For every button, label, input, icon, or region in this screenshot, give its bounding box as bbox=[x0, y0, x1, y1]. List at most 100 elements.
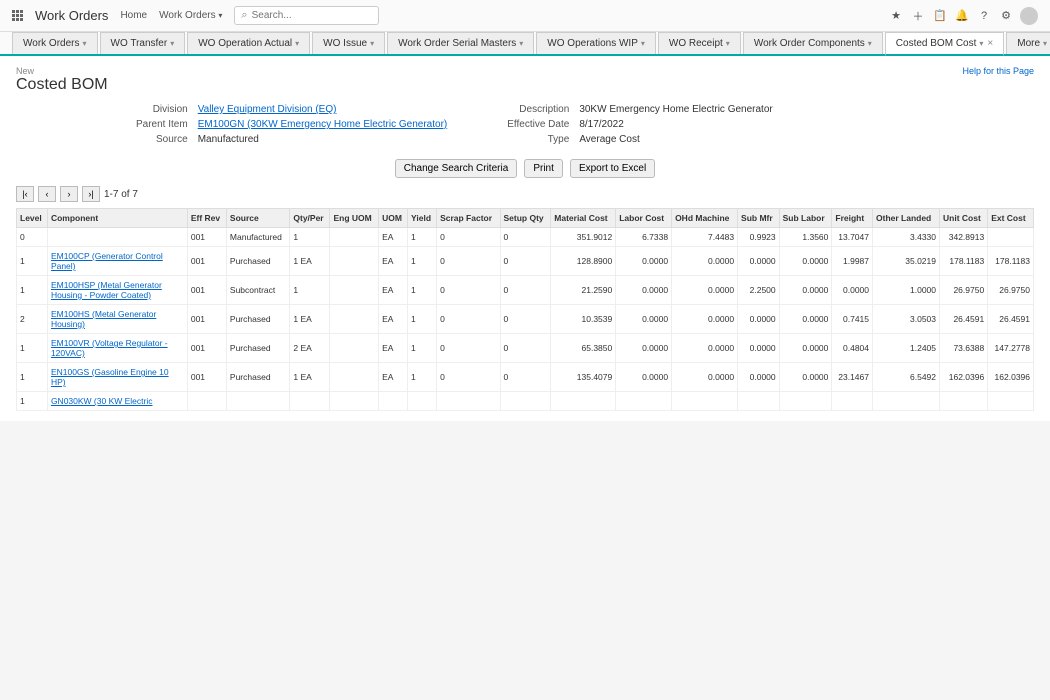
component-link[interactable]: EM100HSP (Metal Generator Housing - Powd… bbox=[51, 280, 162, 300]
cell-level: 0 bbox=[17, 228, 48, 247]
clipboard-icon[interactable]: 📋 bbox=[932, 8, 948, 24]
cell-unit: 26.4591 bbox=[940, 305, 988, 334]
cell-uom: EA bbox=[379, 247, 408, 276]
table-row[interactable]: 1EM100CP (Generator Control Panel)001Pur… bbox=[17, 247, 1034, 276]
cell-component: EM100HSP (Metal Generator Housing - Powd… bbox=[47, 276, 187, 305]
column-header[interactable]: Yield bbox=[408, 209, 437, 228]
pager-last-button[interactable]: ›| bbox=[82, 186, 100, 202]
column-header[interactable]: Labor Cost bbox=[616, 209, 672, 228]
tab-work-order-components[interactable]: Work Order Components▾ bbox=[743, 32, 883, 54]
cell-mat: 135.4079 bbox=[551, 363, 616, 392]
tab-wo-receipt[interactable]: WO Receipt▾ bbox=[658, 32, 741, 54]
cell-qty: 1 EA bbox=[290, 363, 330, 392]
search-input[interactable] bbox=[252, 10, 372, 21]
cell-unit: 162.0396 bbox=[940, 363, 988, 392]
home-link[interactable]: Home bbox=[120, 10, 147, 21]
cell-sublab: 0.0000 bbox=[779, 305, 832, 334]
column-header[interactable]: Eng UOM bbox=[330, 209, 379, 228]
table-row[interactable]: 2EM100HS (Metal Generator Housing)001Pur… bbox=[17, 305, 1034, 334]
bell-icon[interactable]: 🔔 bbox=[954, 8, 970, 24]
export-excel-button[interactable]: Export to Excel bbox=[570, 159, 655, 178]
column-header[interactable]: Eff Rev bbox=[187, 209, 226, 228]
column-header[interactable]: Scrap Factor bbox=[437, 209, 500, 228]
parent-value[interactable]: EM100GN (30KW Emergency Home Electric Ge… bbox=[198, 119, 448, 130]
column-header[interactable]: Other Landed bbox=[873, 209, 940, 228]
pager-next-button[interactable]: › bbox=[60, 186, 78, 202]
cell-level: 1 bbox=[17, 334, 48, 363]
action-bar: Change Search Criteria Print Export to E… bbox=[16, 159, 1034, 178]
cell-level: 2 bbox=[17, 305, 48, 334]
plus-icon[interactable]: ＋ bbox=[910, 8, 926, 24]
cell-sub: 0.0000 bbox=[738, 305, 780, 334]
help-icon[interactable]: ? bbox=[976, 8, 992, 24]
cell-qty: 1 EA bbox=[290, 247, 330, 276]
close-icon[interactable]: × bbox=[987, 38, 993, 49]
component-link[interactable]: EM100VR (Voltage Regulator - 120VAC) bbox=[51, 338, 168, 358]
component-link[interactable]: EM100HS (Metal Generator Housing) bbox=[51, 309, 156, 329]
cell-eff: 001 bbox=[187, 334, 226, 363]
column-header[interactable]: Material Cost bbox=[551, 209, 616, 228]
tab-wo-transfer[interactable]: WO Transfer▾ bbox=[100, 32, 186, 54]
change-criteria-button[interactable]: Change Search Criteria bbox=[395, 159, 518, 178]
tab-costed-bom-cost[interactable]: Costed BOM Cost▾× bbox=[885, 32, 1004, 56]
source-label: Source bbox=[136, 134, 188, 145]
table-row[interactable]: 1EM100HSP (Metal Generator Housing - Pow… bbox=[17, 276, 1034, 305]
table-row[interactable]: 1GN030KW (30 KW Electric bbox=[17, 392, 1034, 411]
table-row[interactable]: 1EM100VR (Voltage Regulator - 120VAC) 001… bbox=[17, 334, 1034, 363]
favorite-icon[interactable]: ★ bbox=[888, 8, 904, 24]
cell-scrap: 0 bbox=[437, 305, 500, 334]
cell-freight: 1.9987 bbox=[832, 247, 873, 276]
column-header[interactable]: Component bbox=[47, 209, 187, 228]
cell-scrap: 0 bbox=[437, 334, 500, 363]
cell-freight: 23.1467 bbox=[832, 363, 873, 392]
column-header[interactable]: Sub Labor bbox=[779, 209, 832, 228]
column-header[interactable]: Sub Mfr bbox=[738, 209, 780, 228]
tab-work-orders[interactable]: Work Orders▾ bbox=[12, 32, 98, 54]
cell-sub: 0.0000 bbox=[738, 334, 780, 363]
cell-sublab: 0.0000 bbox=[779, 363, 832, 392]
component-link[interactable]: EN100GS (Gasoline Engine 10 HP) bbox=[51, 367, 169, 387]
column-header[interactable]: Freight bbox=[832, 209, 873, 228]
type-label: Type bbox=[507, 134, 569, 145]
tab-wo-operations-wip[interactable]: WO Operations WIP▾ bbox=[536, 32, 656, 54]
app-launcher-icon[interactable] bbox=[12, 10, 23, 21]
column-header[interactable]: OHd Machine bbox=[672, 209, 738, 228]
cell-ohd: 0.0000 bbox=[672, 363, 738, 392]
nav-dropdown[interactable]: Work Orders ▾ bbox=[159, 10, 222, 21]
tab-more[interactable]: More▾ bbox=[1006, 32, 1050, 54]
column-header[interactable]: Source bbox=[226, 209, 289, 228]
tab-work-order-serial-masters[interactable]: Work Order Serial Masters▾ bbox=[387, 32, 534, 54]
cell-ohd: 7.4483 bbox=[672, 228, 738, 247]
pager-first-button[interactable]: |‹ bbox=[16, 186, 34, 202]
cell-sublab: 1.3560 bbox=[779, 228, 832, 247]
column-header[interactable]: Ext Cost bbox=[988, 209, 1034, 228]
cell-lab: 0.0000 bbox=[616, 363, 672, 392]
table-row[interactable]: 0001Manufactured1EA100351.90126.73387.44… bbox=[17, 228, 1034, 247]
cell-lab bbox=[616, 392, 672, 411]
tab-wo-issue[interactable]: WO Issue▾ bbox=[312, 32, 385, 54]
pager-prev-button[interactable]: ‹ bbox=[38, 186, 56, 202]
cell-ohd: 0.0000 bbox=[672, 305, 738, 334]
component-link[interactable]: GN030KW (30 KW Electric bbox=[51, 396, 153, 406]
avatar[interactable] bbox=[1020, 7, 1038, 25]
cell-uom: EA bbox=[379, 276, 408, 305]
component-link[interactable]: EM100CP (Generator Control Panel) bbox=[51, 251, 163, 271]
global-search[interactable]: ⌕ bbox=[234, 6, 378, 25]
column-header[interactable]: Setup Qty bbox=[500, 209, 551, 228]
print-button[interactable]: Print bbox=[524, 159, 563, 178]
cell-eff: 001 bbox=[187, 305, 226, 334]
column-header[interactable]: UOM bbox=[379, 209, 408, 228]
cell-ext: 162.0396 bbox=[988, 363, 1034, 392]
gear-icon[interactable]: ⚙ bbox=[998, 8, 1014, 24]
cell-freight: 0.7415 bbox=[832, 305, 873, 334]
division-value[interactable]: Valley Equipment Division (EQ) bbox=[198, 104, 448, 115]
table-row[interactable]: 1EN100GS (Gasoline Engine 10 HP)001Purch… bbox=[17, 363, 1034, 392]
column-header[interactable]: Level bbox=[17, 209, 48, 228]
cell-scrap: 0 bbox=[437, 363, 500, 392]
cell-mat: 128.8900 bbox=[551, 247, 616, 276]
column-header[interactable]: Unit Cost bbox=[940, 209, 988, 228]
cell-component: EM100CP (Generator Control Panel) bbox=[47, 247, 187, 276]
tab-wo-operation-actual[interactable]: WO Operation Actual▾ bbox=[187, 32, 310, 54]
help-link[interactable]: Help for this Page bbox=[962, 66, 1034, 76]
column-header[interactable]: Qty/Per bbox=[290, 209, 330, 228]
